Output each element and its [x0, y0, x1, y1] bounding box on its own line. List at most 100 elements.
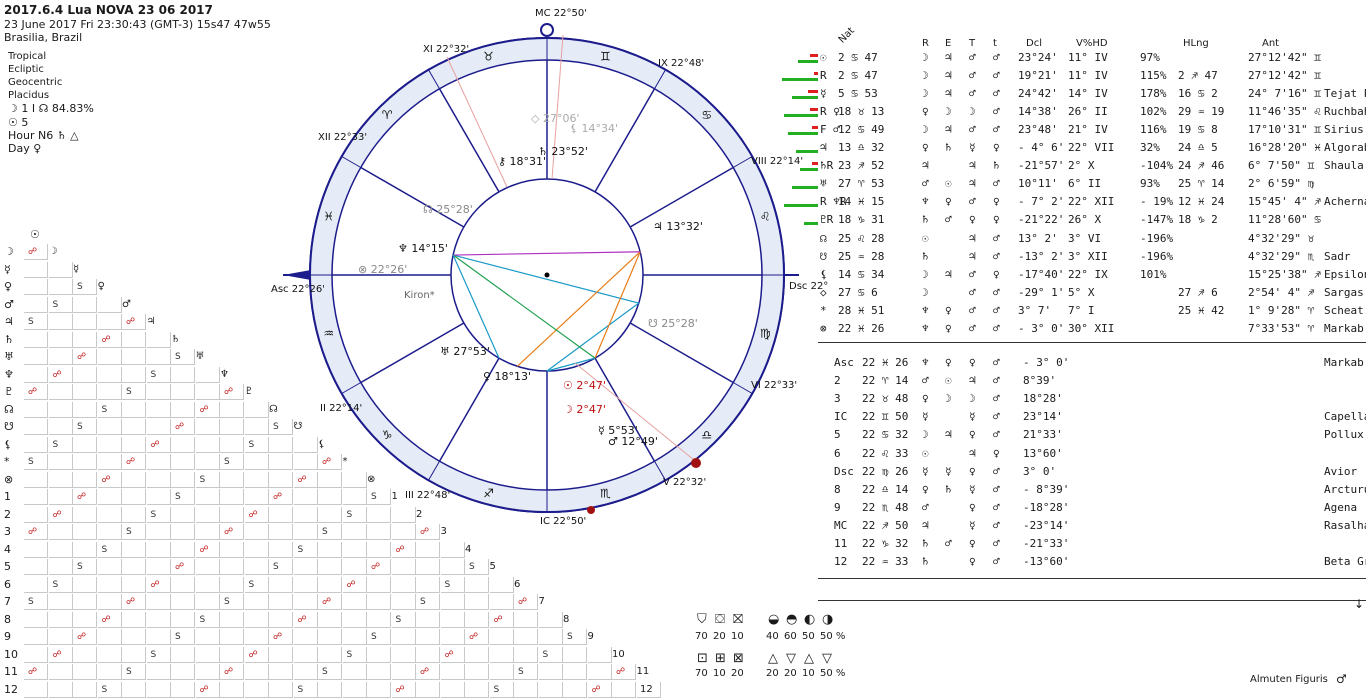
grid-cell[interactable]: [48, 611, 73, 628]
grid-cell[interactable]: [195, 366, 220, 383]
grid-cell[interactable]: [97, 506, 122, 523]
grid-cell[interactable]: [367, 681, 391, 698]
grid-cell[interactable]: [122, 559, 146, 575]
chart-wheel[interactable]: ♓ ♒ ♑ ♐ ♏ ♎ ♍ ♌ ♋ ♊ ♉ ♈ MC 22°50' XI 22°32' IX 22°48' X…: [268, 0, 828, 540]
grid-cell[interactable]: [367, 611, 391, 628]
grid-cell[interactable]: [367, 576, 391, 593]
grid-cell[interactable]: [48, 541, 73, 558]
grid-cell[interactable]: [73, 681, 97, 698]
grid-cell[interactable]: [440, 681, 465, 698]
grid-cell[interactable]: [440, 559, 465, 575]
grid-cell[interactable]: [24, 646, 48, 663]
grid-cell[interactable]: [97, 419, 122, 435]
grid-cell[interactable]: ☍: [24, 384, 48, 400]
grid-cell[interactable]: [122, 366, 146, 383]
grid-cell[interactable]: [318, 576, 342, 593]
grid-cell[interactable]: [122, 629, 146, 645]
grid-cell[interactable]: [122, 419, 146, 435]
grid-cell[interactable]: [195, 629, 220, 645]
grid-cell[interactable]: [146, 629, 171, 645]
grid-cell[interactable]: [171, 541, 195, 558]
grid-cell[interactable]: [195, 384, 220, 400]
grid-cell[interactable]: [146, 349, 171, 365]
grid-cell[interactable]: [97, 559, 122, 575]
grid-cell[interactable]: [465, 611, 489, 628]
grid-cell[interactable]: [244, 664, 269, 680]
grid-cell[interactable]: ☍: [195, 681, 220, 698]
grid-cell[interactable]: [391, 664, 416, 680]
grid-cell[interactable]: [416, 576, 440, 593]
grid-cell[interactable]: ☍: [195, 401, 220, 418]
grid-cell[interactable]: [269, 646, 293, 663]
grid-cell[interactable]: [514, 629, 538, 645]
grid-cell[interactable]: [146, 611, 171, 628]
grid-cell[interactable]: [220, 506, 244, 523]
grid-cell[interactable]: ☍: [440, 646, 465, 663]
grid-cell[interactable]: [73, 506, 97, 523]
grid-cell[interactable]: [293, 594, 318, 610]
grid-cell[interactable]: [367, 664, 391, 680]
grid-cell[interactable]: ☍: [24, 524, 48, 540]
grid-cell[interactable]: [73, 576, 97, 593]
grid-cell[interactable]: ☍: [97, 611, 122, 628]
grid-cell[interactable]: [73, 664, 97, 680]
grid-cell[interactable]: [195, 576, 220, 593]
grid-cell[interactable]: [48, 314, 73, 330]
grid-cell[interactable]: [146, 681, 171, 698]
grid-cell[interactable]: S: [48, 296, 73, 313]
grid-cell[interactable]: ☍: [367, 559, 391, 575]
grid-cell[interactable]: ☍: [489, 611, 514, 628]
grid-cell[interactable]: ☍: [73, 489, 97, 505]
grid-cell[interactable]: S: [171, 349, 195, 365]
grid-cell[interactable]: [587, 646, 612, 663]
grid-cell[interactable]: [367, 594, 391, 610]
grid-cell[interactable]: [171, 524, 195, 540]
grid-cell[interactable]: S: [416, 594, 440, 610]
grid-cell[interactable]: [146, 594, 171, 610]
grid-cell[interactable]: [220, 489, 244, 505]
grid-cell[interactable]: ☍: [24, 244, 48, 260]
grid-cell[interactable]: S: [440, 576, 465, 593]
grid-cell[interactable]: [24, 279, 48, 295]
grid-cell[interactable]: [122, 541, 146, 558]
grid-cell[interactable]: S: [171, 629, 195, 645]
grid-cell[interactable]: S: [244, 436, 269, 453]
grid-cell[interactable]: [122, 401, 146, 418]
grid-cell[interactable]: S: [73, 419, 97, 435]
grid-cell[interactable]: [269, 611, 293, 628]
grid-cell[interactable]: ☍: [97, 471, 122, 488]
grid-cell[interactable]: [538, 629, 563, 645]
grid-cell[interactable]: S: [171, 489, 195, 505]
grid-cell[interactable]: [269, 664, 293, 680]
grid-cell[interactable]: [440, 541, 465, 558]
grid-cell[interactable]: ☍: [195, 541, 220, 558]
grid-cell[interactable]: [73, 436, 97, 453]
grid-cell[interactable]: [195, 436, 220, 453]
grid-cell[interactable]: [195, 646, 220, 663]
grid-cell[interactable]: [416, 559, 440, 575]
grid-cell[interactable]: ☍: [220, 664, 244, 680]
grid-cell[interactable]: [122, 349, 146, 365]
grid-cell[interactable]: [244, 454, 269, 470]
grid-cell[interactable]: S: [342, 646, 367, 663]
grid-cell[interactable]: [24, 331, 48, 348]
grid-cell[interactable]: [171, 436, 195, 453]
grid-cell[interactable]: [244, 471, 269, 488]
grid-cell[interactable]: [465, 681, 489, 698]
grid-cell[interactable]: S: [538, 646, 563, 663]
grid-cell[interactable]: ☍: [48, 646, 73, 663]
grid-cell[interactable]: [146, 559, 171, 575]
grid-cell[interactable]: [24, 436, 48, 453]
grid-cell[interactable]: [24, 506, 48, 523]
grid-cell[interactable]: [48, 261, 73, 278]
grid-cell[interactable]: [220, 611, 244, 628]
grid-cell[interactable]: [171, 646, 195, 663]
grid-cell[interactable]: ☍: [97, 331, 122, 348]
grid-cell[interactable]: S: [24, 594, 48, 610]
grid-cell[interactable]: [122, 489, 146, 505]
grid-cell[interactable]: [195, 489, 220, 505]
grid-cell[interactable]: [171, 454, 195, 470]
grid-cell[interactable]: [24, 349, 48, 365]
grid-cell[interactable]: [342, 629, 367, 645]
grid-cell[interactable]: [146, 401, 171, 418]
